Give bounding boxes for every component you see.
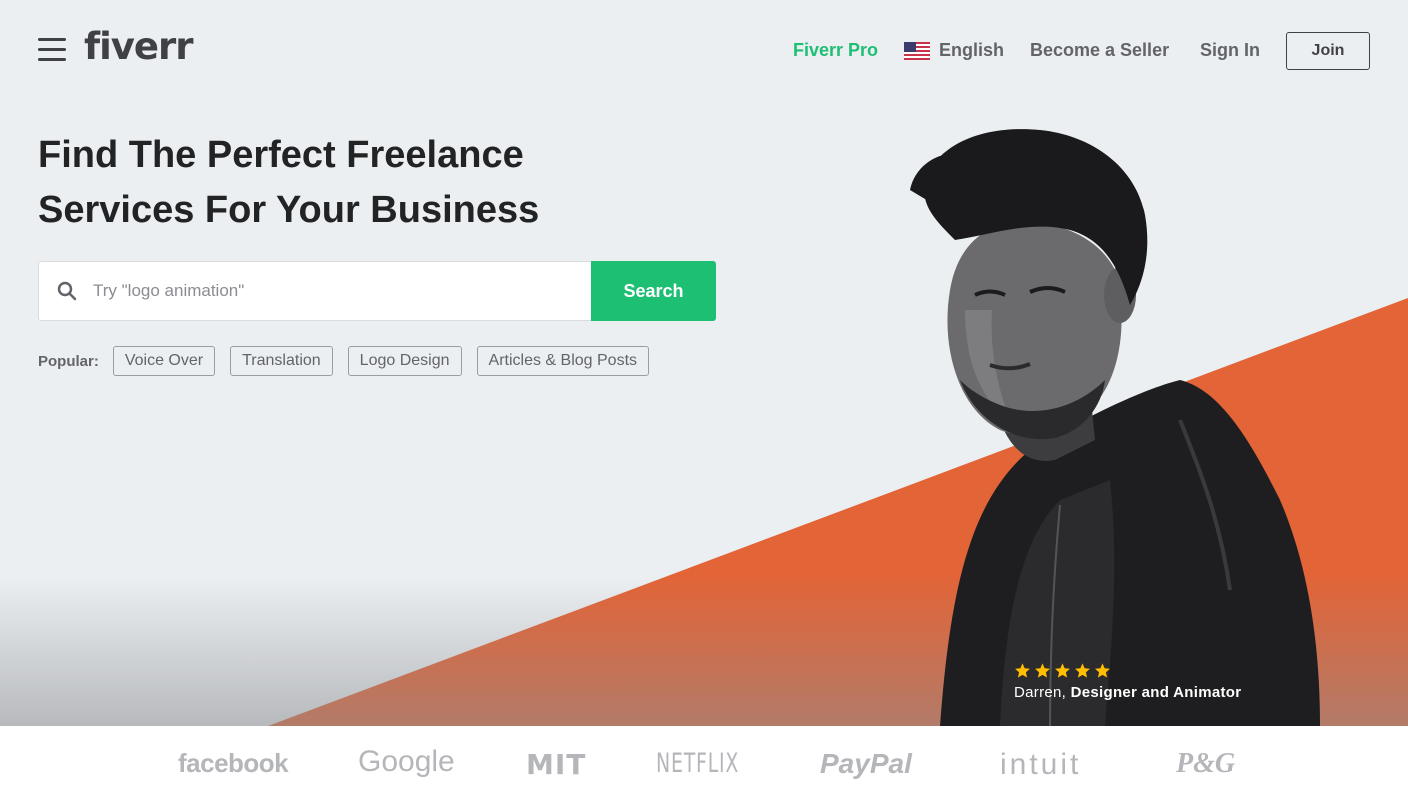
nav-language-label: English	[939, 40, 1005, 60]
hero-section: fiverr Fiverr Pro English Become a Selle…	[0, 0, 1408, 726]
star-icon	[1075, 663, 1090, 678]
nav-sign-in[interactable]: Sign In	[1200, 40, 1260, 61]
intuit-logo: intuit	[1000, 748, 1082, 781]
hero-headline-line2: Services For Your Business	[38, 189, 540, 231]
star-icon	[1015, 663, 1030, 678]
netflix-logo: NETFLIX	[656, 748, 740, 779]
nav-language[interactable]: English	[904, 40, 1004, 61]
join-button[interactable]: Join	[1286, 32, 1370, 70]
search-input[interactable]	[91, 280, 555, 302]
trusted-by-bar: facebook Google MIT NETFLIX PayPal intui…	[0, 726, 1408, 804]
popular-tag-articles-blog-posts[interactable]: Articles & Blog Posts	[476, 346, 650, 376]
hamburger-menu-icon[interactable]	[38, 38, 66, 62]
us-flag-icon	[904, 41, 930, 60]
popular-tag-logo-design[interactable]: Logo Design	[347, 346, 462, 376]
star-icon	[1095, 663, 1110, 678]
hero-headline: Find The Perfect Freelance Services For …	[38, 128, 539, 238]
popular-searches: Popular: Voice Over Translation Logo Des…	[38, 346, 664, 376]
seller-name: Darren,	[1014, 684, 1067, 701]
star-icon	[1055, 663, 1070, 678]
mit-logo: MIT	[526, 748, 587, 781]
search-bar: Search	[38, 261, 716, 321]
popular-tag-translation[interactable]: Translation	[230, 346, 333, 376]
paypal-logo: PayPal	[820, 748, 912, 779]
hero-person-image	[910, 129, 1320, 726]
popular-tag-voice-over[interactable]: Voice Over	[112, 346, 216, 376]
google-logo: Google	[358, 745, 455, 778]
nav-fiverr-pro[interactable]: Fiverr Pro	[793, 40, 878, 61]
hero-headline-line1: Find The Perfect Freelance	[38, 134, 524, 176]
search-button[interactable]: Search	[591, 261, 716, 321]
facebook-logo: facebook	[178, 748, 289, 778]
popular-label: Popular:	[38, 352, 99, 370]
star-icon	[1035, 663, 1050, 678]
search-input-wrapper[interactable]	[38, 261, 591, 321]
search-icon	[57, 281, 77, 301]
pg-logo: P&G	[1176, 748, 1236, 779]
rating-stars	[1014, 662, 1241, 679]
seller-role: Designer and Animator	[1070, 684, 1242, 701]
nav-become-seller[interactable]: Become a Seller	[1030, 40, 1169, 61]
seller-caption-text: Darren, Designer and Animator	[1014, 684, 1241, 701]
seller-caption: Darren, Designer and Animator	[1014, 662, 1241, 701]
fiverr-logo[interactable]: fiverr	[84, 25, 193, 68]
